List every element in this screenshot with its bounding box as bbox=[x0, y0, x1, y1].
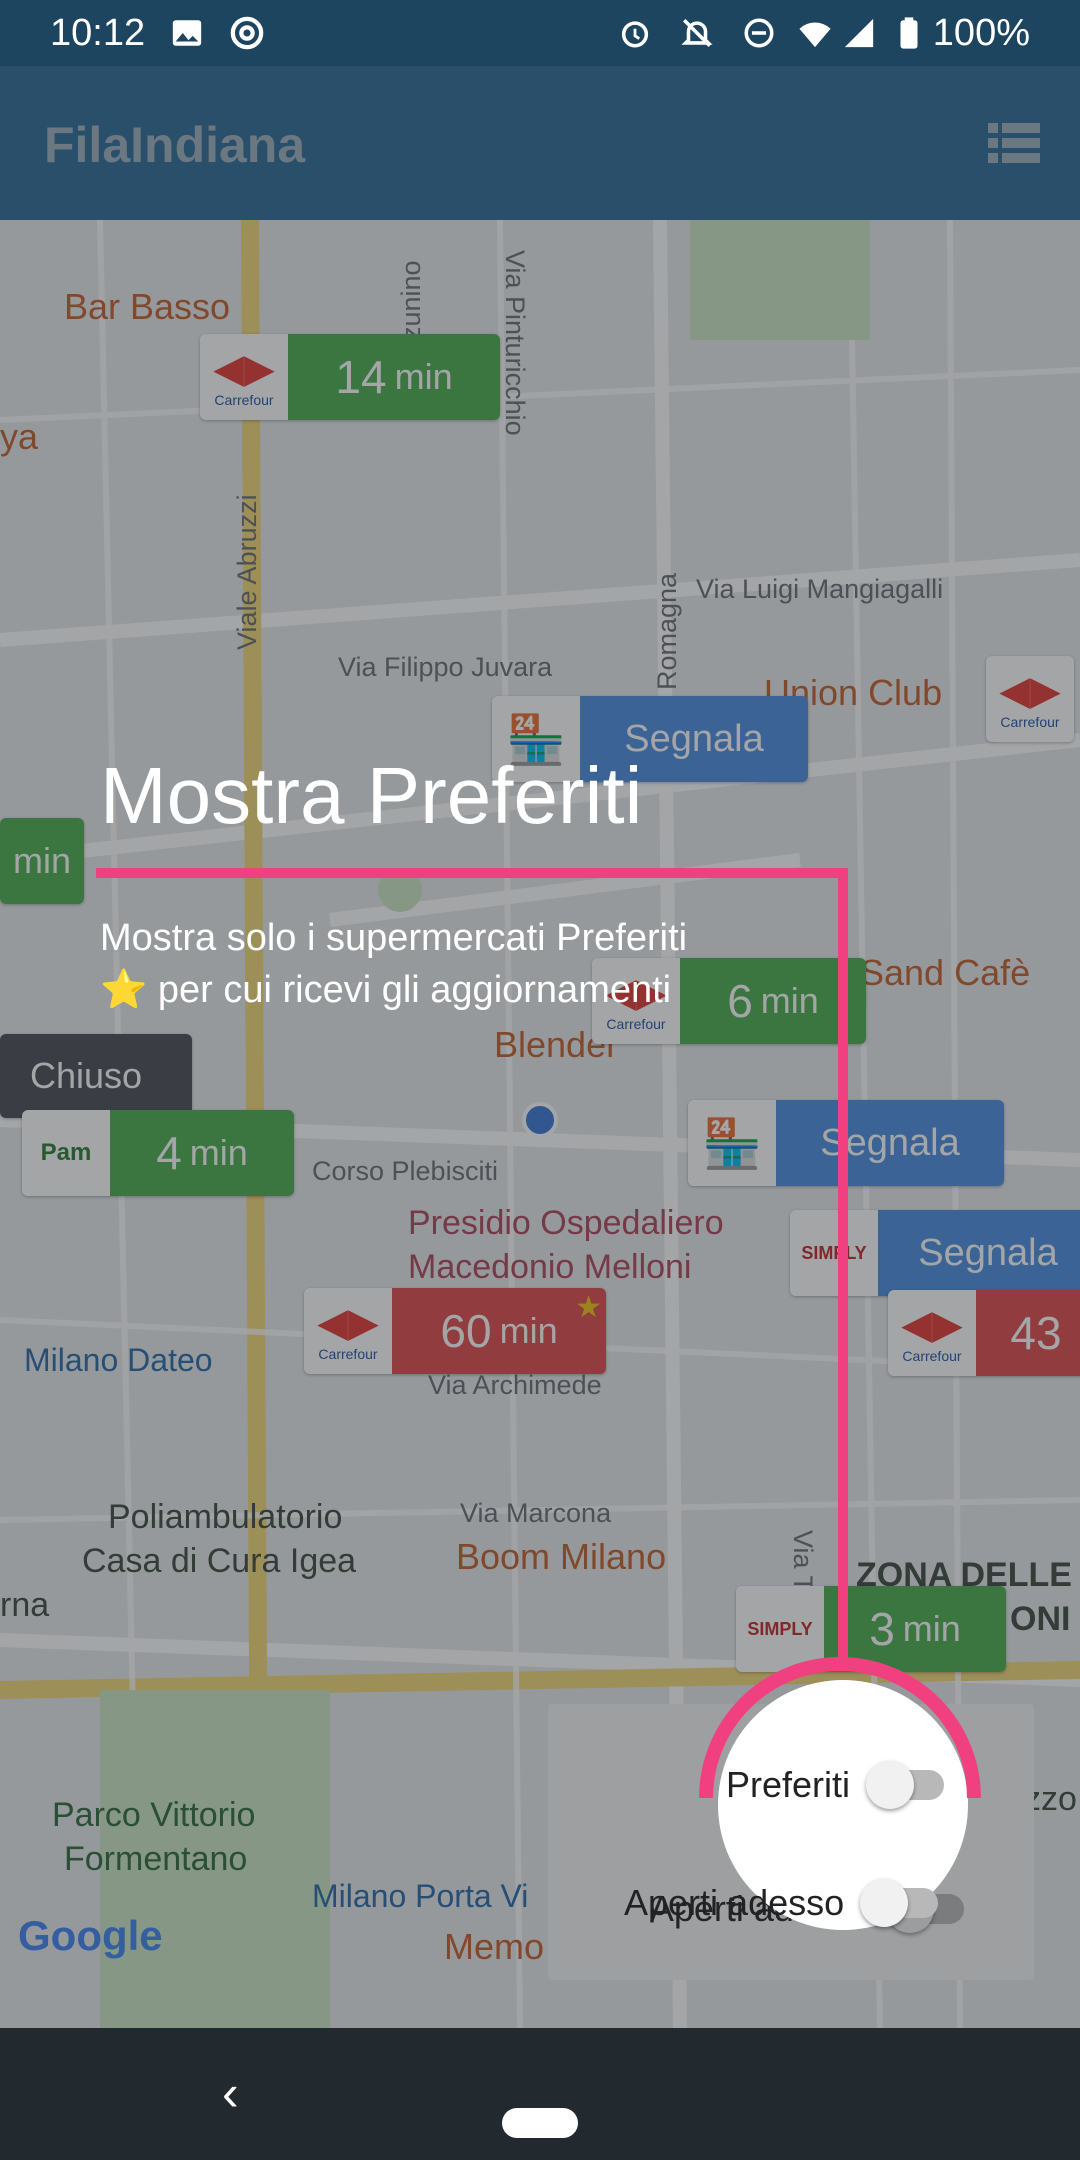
spotlight-aperti-toggle[interactable] bbox=[860, 1879, 939, 1927]
system-nav-bar: ‹ bbox=[0, 2028, 1080, 2160]
battery-percent: 100% bbox=[932, 12, 1030, 54]
alarm-icon bbox=[621, 21, 649, 48]
wifi-icon bbox=[799, 22, 831, 48]
dnd-icon bbox=[744, 18, 774, 48]
signal-icon bbox=[844, 18, 874, 48]
tutorial-text: Mostra solo i supermercati Preferiti ⭐ p… bbox=[100, 912, 860, 1016]
at-icon bbox=[230, 16, 264, 50]
spotlight-preferiti-label: Preferiti bbox=[726, 1764, 851, 1805]
spotlight-aperti[interactable]: Aperti adesso bbox=[624, 1879, 939, 1927]
status-time: 10:12 bbox=[50, 12, 146, 54]
spotlight-preferiti[interactable]: Preferiti bbox=[726, 1761, 945, 1809]
back-button[interactable]: ‹ bbox=[222, 2064, 239, 2122]
tutorial-pointer-line bbox=[96, 868, 848, 878]
status-bar: 10:12 100% bbox=[0, 0, 1080, 66]
tutorial-title: Mostra Preferiti bbox=[100, 751, 643, 840]
tutorial-text-line2: ⭐ per cui ricevi gli aggiornamenti bbox=[100, 969, 672, 1011]
image-icon bbox=[172, 20, 202, 46]
battery-icon bbox=[900, 17, 918, 49]
spotlight-aperti-label: Aperti adesso bbox=[624, 1882, 845, 1923]
tutorial-text-line1: Mostra solo i supermercati Preferiti bbox=[100, 917, 688, 959]
bell-off-icon bbox=[681, 18, 713, 48]
home-button[interactable] bbox=[502, 2108, 578, 2138]
spotlight-preferiti-toggle[interactable] bbox=[866, 1761, 945, 1809]
